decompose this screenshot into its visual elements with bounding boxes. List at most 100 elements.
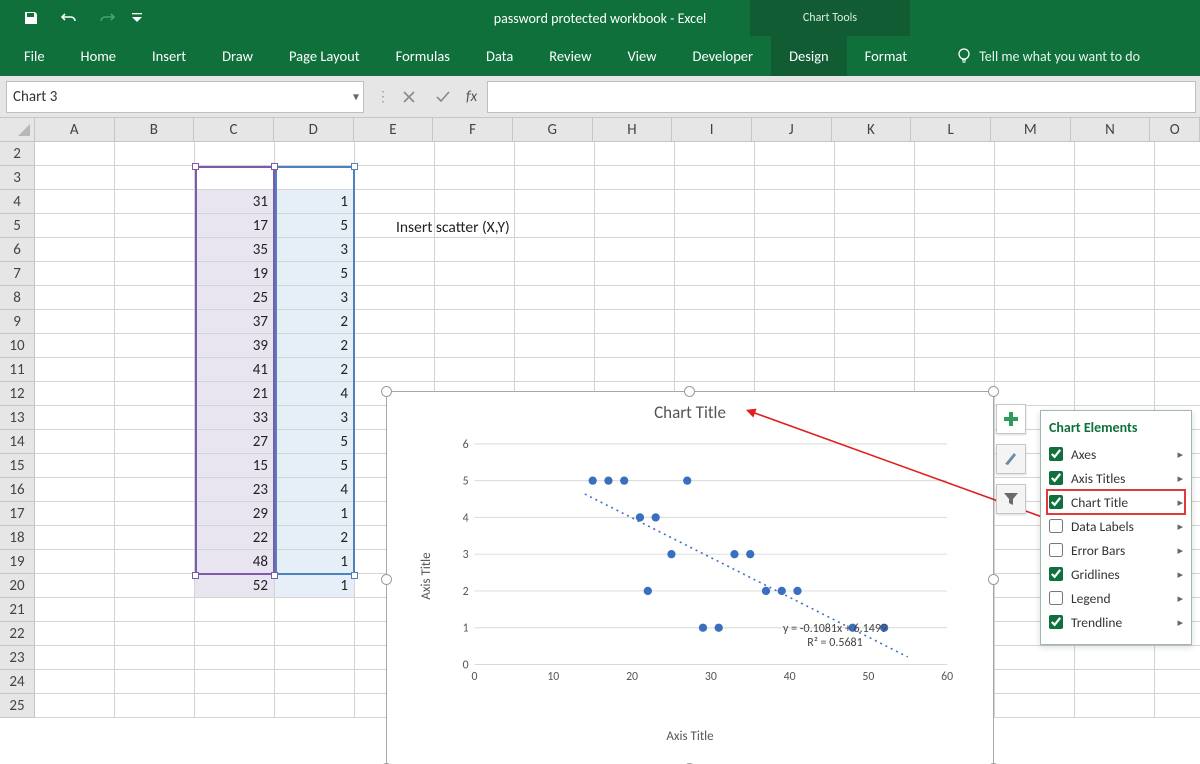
- cell[interactable]: [115, 262, 195, 286]
- undo-button[interactable]: [50, 0, 88, 36]
- name-box[interactable]: Chart 3 ▾: [6, 81, 364, 113]
- flyout-item-gridlines[interactable]: Gridlines▸: [1047, 562, 1185, 586]
- cell[interactable]: 15: [195, 454, 275, 478]
- tab-formulas[interactable]: Formulas: [378, 36, 468, 76]
- cell[interactable]: [755, 262, 835, 286]
- cell[interactable]: [1155, 166, 1200, 190]
- cell[interactable]: [915, 334, 995, 358]
- cell[interactable]: [35, 478, 115, 502]
- cell[interactable]: [115, 190, 195, 214]
- cell[interactable]: [35, 238, 115, 262]
- cell[interactable]: [1075, 190, 1155, 214]
- cell[interactable]: [1075, 310, 1155, 334]
- chart-resize-handle[interactable]: [988, 386, 999, 397]
- chart-resize-handle[interactable]: [988, 574, 999, 585]
- fx-label[interactable]: fx: [466, 88, 477, 106]
- cell[interactable]: [515, 358, 595, 382]
- tab-draw[interactable]: Draw: [204, 36, 271, 76]
- cell[interactable]: [1075, 334, 1155, 358]
- cell[interactable]: [995, 358, 1075, 382]
- cell[interactable]: 5: [275, 262, 355, 286]
- cell[interactable]: [35, 550, 115, 574]
- cell[interactable]: [35, 382, 115, 406]
- name-box-dropdown-icon[interactable]: ▾: [353, 89, 359, 104]
- formula-input[interactable]: [487, 81, 1196, 113]
- col-header-M[interactable]: M: [991, 118, 1071, 141]
- cell[interactable]: [355, 358, 435, 382]
- tab-design[interactable]: Design: [771, 36, 847, 76]
- cell[interactable]: [995, 310, 1075, 334]
- cell[interactable]: [115, 502, 195, 526]
- cell[interactable]: [35, 646, 115, 670]
- cell[interactable]: [755, 166, 835, 190]
- cell[interactable]: [435, 358, 515, 382]
- cell[interactable]: [995, 286, 1075, 310]
- flyout-item-legend[interactable]: Legend▸: [1047, 586, 1185, 610]
- cell[interactable]: 41: [195, 358, 275, 382]
- tab-insert[interactable]: Insert: [134, 36, 204, 76]
- col-header-L[interactable]: L: [911, 118, 991, 141]
- cell[interactable]: [1155, 334, 1200, 358]
- cell[interactable]: 2: [275, 310, 355, 334]
- cell[interactable]: [195, 646, 275, 670]
- cell[interactable]: [195, 598, 275, 622]
- cell[interactable]: [1075, 358, 1155, 382]
- cell[interactable]: [115, 382, 195, 406]
- cell[interactable]: [1155, 358, 1200, 382]
- cell[interactable]: [835, 286, 915, 310]
- cell[interactable]: [35, 406, 115, 430]
- cell[interactable]: [1155, 214, 1200, 238]
- cell[interactable]: [515, 214, 595, 238]
- cell[interactable]: [35, 694, 115, 718]
- cell[interactable]: [35, 598, 115, 622]
- selection-handle[interactable]: [192, 572, 199, 579]
- cell[interactable]: [115, 430, 195, 454]
- flyout-checkbox[interactable]: [1049, 447, 1063, 461]
- cell[interactable]: [115, 334, 195, 358]
- cell[interactable]: [995, 166, 1075, 190]
- cell[interactable]: [595, 262, 675, 286]
- cell[interactable]: [1155, 670, 1200, 694]
- cell[interactable]: 23: [195, 478, 275, 502]
- row-header[interactable]: 3: [0, 166, 35, 190]
- cell[interactable]: [115, 574, 195, 598]
- cell[interactable]: [275, 670, 355, 694]
- cell[interactable]: [675, 214, 755, 238]
- cell[interactable]: [835, 358, 915, 382]
- chart-resize-handle[interactable]: [381, 574, 392, 585]
- chevron-right-icon[interactable]: ▸: [1177, 568, 1183, 581]
- cell[interactable]: [355, 142, 435, 166]
- cell[interactable]: [35, 310, 115, 334]
- cell[interactable]: [195, 622, 275, 646]
- cell[interactable]: [515, 166, 595, 190]
- row-header[interactable]: 5: [0, 214, 35, 238]
- cell[interactable]: [195, 670, 275, 694]
- cell[interactable]: [1155, 382, 1200, 406]
- cell[interactable]: [275, 646, 355, 670]
- cell[interactable]: [435, 190, 515, 214]
- cell[interactable]: [115, 358, 195, 382]
- chart-title[interactable]: Chart Title: [405, 402, 975, 423]
- row-header[interactable]: 25: [0, 694, 35, 718]
- row-header[interactable]: 11: [0, 358, 35, 382]
- row-header[interactable]: 23: [0, 646, 35, 670]
- cell[interactable]: [435, 334, 515, 358]
- chart-elements-button[interactable]: [996, 404, 1026, 434]
- cell[interactable]: [675, 190, 755, 214]
- chevron-right-icon[interactable]: ▸: [1177, 496, 1183, 509]
- cell[interactable]: [595, 214, 675, 238]
- row-header[interactable]: 8: [0, 286, 35, 310]
- cell[interactable]: 17: [195, 214, 275, 238]
- chevron-right-icon[interactable]: ▸: [1177, 544, 1183, 557]
- cell[interactable]: 48: [195, 550, 275, 574]
- cell[interactable]: [35, 166, 115, 190]
- chevron-right-icon[interactable]: ▸: [1177, 616, 1183, 629]
- cell[interactable]: 21: [195, 382, 275, 406]
- cell[interactable]: [835, 238, 915, 262]
- col-header-H[interactable]: H: [593, 118, 673, 141]
- flyout-checkbox[interactable]: [1049, 591, 1063, 605]
- cell[interactable]: [355, 262, 435, 286]
- cell[interactable]: [435, 310, 515, 334]
- x-axis-title[interactable]: Axis Title: [405, 729, 975, 744]
- col-header-G[interactable]: G: [513, 118, 593, 141]
